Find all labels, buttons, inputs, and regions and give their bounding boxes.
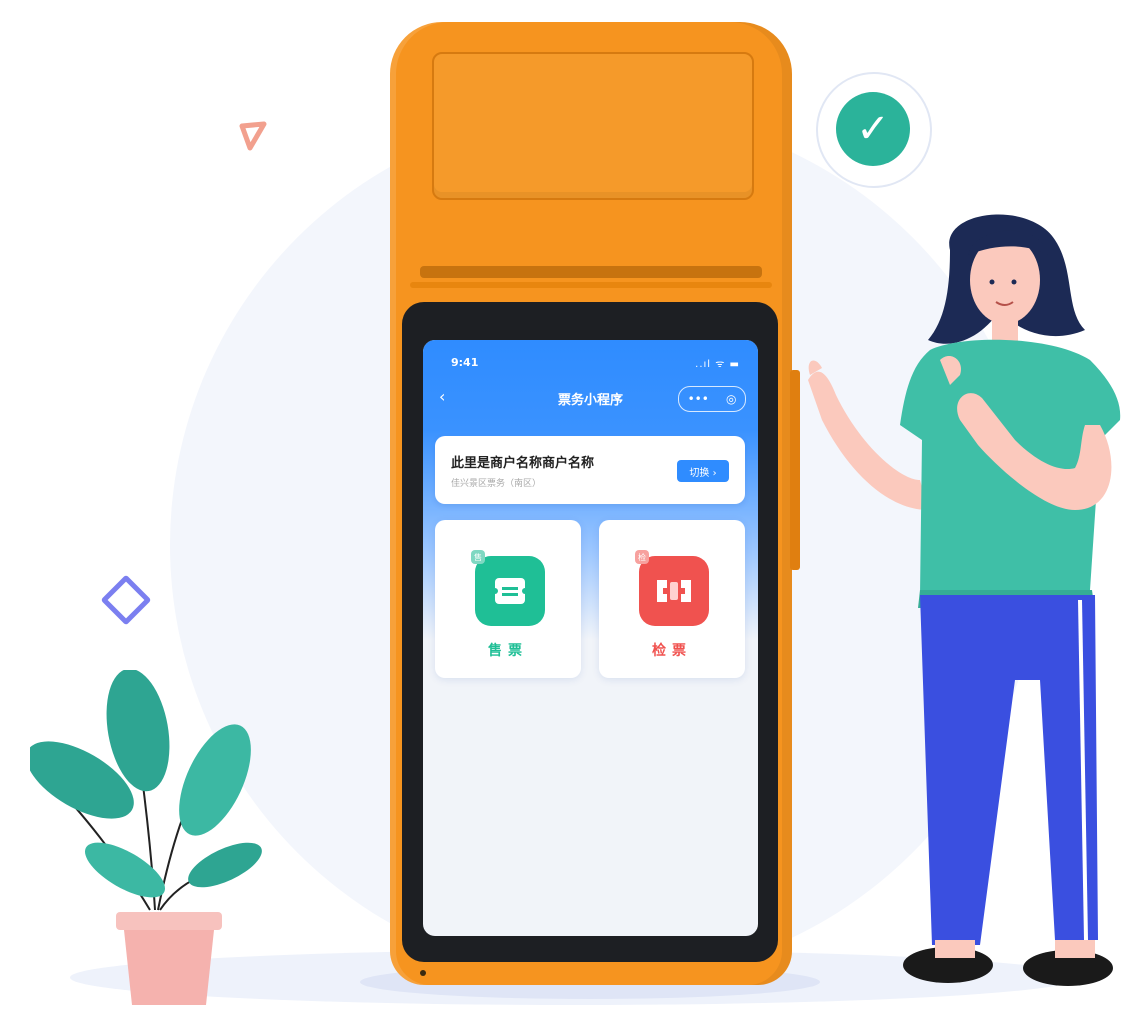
more-icon[interactable]: •••: [688, 392, 709, 406]
check-icon: ✓: [836, 92, 910, 166]
printer-slot-lip: [410, 282, 772, 288]
side-buttons: [790, 370, 800, 570]
woman-illustration: [808, 214, 1121, 986]
merchant-card: 此里是商户名称商户名称 佳兴景区票务（南区） 切换 ›: [435, 436, 745, 504]
miniprogram-capsule[interactable]: ••• ◎: [678, 386, 746, 412]
sell-ticket-label: 售票: [488, 643, 528, 659]
triangle-decoration-icon: [239, 121, 267, 151]
diamond-decoration-icon: [100, 574, 152, 626]
close-target-icon[interactable]: ◎: [726, 392, 736, 406]
ticket-icon: [475, 556, 545, 626]
scan-icon: [639, 556, 709, 626]
check-ticket-card[interactable]: 检 检票: [599, 520, 745, 678]
printer-lid: [432, 52, 754, 200]
merchant-name: 此里是商户名称商户名称: [451, 456, 595, 471]
device-screen: 9:41 ..ıl ᯤ ▬ ‹ 票务小程序 ••• ◎ 此里是商户名称商户名称 …: [423, 340, 758, 936]
merchant-subtitle: 佳兴景区票务（南区）: [451, 479, 542, 489]
indicator-light: [420, 970, 426, 976]
potted-plant-illustration: [30, 670, 262, 1005]
switch-merchant-button[interactable]: 切换 ›: [677, 460, 729, 482]
status-icons: ..ıl ᯤ ▬: [695, 359, 740, 370]
check-badge: 检: [635, 550, 649, 564]
sell-ticket-card[interactable]: 售 售票: [435, 520, 581, 678]
status-time: 9:41: [451, 356, 479, 369]
check-ticket-label: 检票: [652, 643, 692, 659]
sell-badge: 售: [471, 550, 485, 564]
printer-slot: [420, 266, 762, 278]
